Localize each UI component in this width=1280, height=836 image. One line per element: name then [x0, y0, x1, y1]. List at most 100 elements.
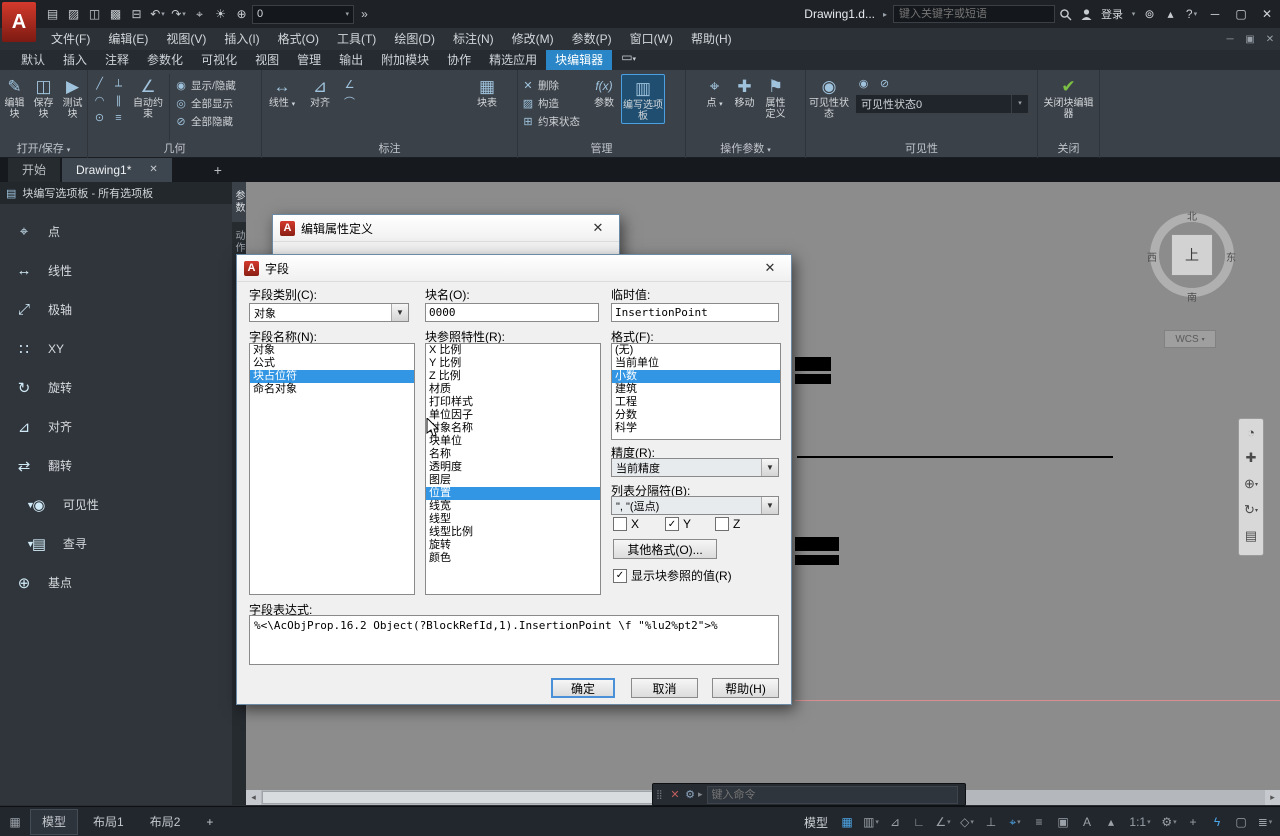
- annotation-monitor-icon[interactable]: +: [1182, 812, 1204, 832]
- block-geometry-rect[interactable]: [795, 537, 839, 551]
- tab-view[interactable]: 视图: [246, 50, 288, 70]
- aligned-dimension-button[interactable]: ⊿ 对齐: [303, 74, 337, 109]
- annotation-scale-button[interactable]: 1:1▾: [1124, 812, 1156, 832]
- list-item[interactable]: 命名对象: [250, 383, 414, 396]
- list-item[interactable]: 对象: [250, 344, 414, 357]
- hide-all-button[interactable]: ⊘全部隐藏: [174, 113, 236, 129]
- grid-icon[interactable]: ▦: [836, 812, 858, 832]
- zoom-icon[interactable]: ⊕▾: [1239, 471, 1263, 497]
- palette-tab-parameters[interactable]: 参数: [232, 182, 246, 222]
- doc-close-icon[interactable]: ✕: [1260, 34, 1280, 45]
- full-navigation-wheel-icon[interactable]: ◔: [1239, 419, 1263, 445]
- chevron-down-icon[interactable]: ▼: [761, 497, 778, 514]
- pan-icon[interactable]: ✚: [1239, 445, 1263, 471]
- edit-block-button[interactable]: ✎ 编辑块: [1, 74, 28, 120]
- new-drawing-tab-button[interactable]: +: [214, 158, 222, 182]
- orbit-icon[interactable]: ↻▾: [1239, 497, 1263, 523]
- list-item[interactable]: 当前单位: [612, 357, 780, 370]
- search-icon[interactable]: [1055, 4, 1076, 24]
- tab-manage[interactable]: 管理: [288, 50, 330, 70]
- block-table-button[interactable]: ▦ 块表: [470, 74, 504, 109]
- tab-collaborate[interactable]: 协作: [438, 50, 480, 70]
- linear-dimension-button[interactable]: ↔ 线性 ▾: [265, 74, 299, 110]
- list-item-selected[interactable]: 块占位符: [250, 370, 414, 383]
- alert-icon[interactable]: ▴: [1160, 4, 1181, 24]
- equal-icon[interactable]: ≡: [110, 110, 127, 125]
- wcs-dropdown[interactable]: WCS▾: [1164, 330, 1216, 348]
- palette-item-flip[interactable]: ⇄翻转: [0, 446, 232, 485]
- menu-view[interactable]: 视图(V): [157, 28, 215, 50]
- tab-output[interactable]: 输出: [330, 50, 372, 70]
- tab-visualize[interactable]: 可视化: [192, 50, 246, 70]
- list-item[interactable]: 打印样式: [426, 396, 600, 409]
- workspace-gear-icon[interactable]: ⚙▾: [1158, 812, 1180, 832]
- field-category-dropdown[interactable]: 对象▼: [249, 303, 409, 322]
- chevron-down-icon[interactable]: ▼: [761, 459, 778, 476]
- maximize-button[interactable]: ▢: [1228, 3, 1254, 25]
- isometric-drafting-icon[interactable]: ◇▾: [956, 812, 978, 832]
- search-input[interactable]: [893, 5, 1055, 23]
- panel-label-geometry[interactable]: 几何: [88, 141, 261, 158]
- close-command-line-icon[interactable]: ✕: [668, 788, 682, 801]
- viewcube-top-face[interactable]: 上: [1171, 234, 1213, 276]
- palette-item-rotation[interactable]: ↻旋转: [0, 368, 232, 407]
- list-item[interactable]: (无): [612, 344, 780, 357]
- redo-icon[interactable]: ↷▾: [168, 4, 189, 24]
- osnap-tracking-icon[interactable]: ⊥: [980, 812, 1002, 832]
- layer-dropdown[interactable]: 0▾: [252, 5, 354, 24]
- block-geometry-rect[interactable]: [795, 555, 839, 565]
- palette-item-alignment[interactable]: ⊿对齐: [0, 407, 232, 446]
- list-item[interactable]: Z 比例: [426, 370, 600, 383]
- tab-insert[interactable]: 插入: [54, 50, 96, 70]
- show-all-button[interactable]: ◎全部显示: [174, 95, 236, 111]
- block-properties-listbox[interactable]: X 比例 Y 比例 Z 比例 材质 打印样式 单位因子 对象名称 块单位 名称 …: [425, 343, 601, 595]
- snap-mode-icon[interactable]: ▥▾: [860, 812, 882, 832]
- menu-help[interactable]: 帮助(H): [682, 28, 741, 50]
- tab-featured-apps[interactable]: 精选应用: [480, 50, 546, 70]
- field-expression-box[interactable]: %<\AcObjProp.16.2 Object(?BlockRefId,1).…: [249, 615, 779, 665]
- doc-restore-icon[interactable]: ▣: [1240, 34, 1260, 45]
- perpendicular-icon[interactable]: ⟂: [110, 76, 127, 91]
- viewcube[interactable]: 北 南 东 西 上: [1150, 213, 1234, 297]
- customize-command-icon[interactable]: ⚙: [682, 788, 698, 801]
- lineweight-icon[interactable]: ≡: [1028, 812, 1050, 832]
- construction-button[interactable]: ▨构造: [521, 95, 587, 111]
- save-block-button[interactable]: ◫ 保存块: [30, 74, 57, 120]
- list-item[interactable]: X 比例: [426, 344, 600, 357]
- block-geometry-rect[interactable]: [795, 374, 831, 384]
- close-block-editor-button[interactable]: ✔ 关闭块编辑器: [1043, 74, 1095, 120]
- panel-label-open-save[interactable]: 打开/保存 ▾: [0, 141, 87, 158]
- list-item[interactable]: 对象名称: [426, 422, 600, 435]
- viewcube-east-label[interactable]: 东: [1226, 249, 1236, 264]
- checkbox-box[interactable]: [613, 517, 627, 531]
- clean-screen-icon[interactable]: ▢: [1230, 812, 1252, 832]
- list-item[interactable]: 颜色: [426, 552, 600, 565]
- auto-constrain-button[interactable]: ∠ 自动约束: [131, 74, 165, 120]
- angular-constraint-icon[interactable]: ∠: [341, 77, 358, 92]
- checkbox-box[interactable]: ✓: [665, 517, 679, 531]
- dialog-title-bar[interactable]: A 字段 ✕: [237, 255, 791, 282]
- list-item[interactable]: 科学: [612, 422, 780, 435]
- sign-in-caret-icon[interactable]: ▾: [1127, 4, 1139, 24]
- authoring-palettes-button[interactable]: ▥ 编写选项板: [621, 74, 665, 124]
- chevron-down-icon[interactable]: ▼: [391, 304, 408, 321]
- palette-item-visibility[interactable]: ▼◉可见性: [0, 485, 232, 524]
- list-item[interactable]: Y 比例: [426, 357, 600, 370]
- palette-item-linear[interactable]: ↔线性: [0, 251, 232, 290]
- list-item[interactable]: 线宽: [426, 500, 600, 513]
- save-icon[interactable]: ◫: [84, 4, 105, 24]
- panel-label-manage[interactable]: 管理: [518, 141, 685, 158]
- list-item[interactable]: 名称: [426, 448, 600, 461]
- ortho-icon[interactable]: ∟: [908, 812, 930, 832]
- scroll-left-icon[interactable]: ◂: [246, 790, 261, 805]
- scroll-right-icon[interactable]: ▸: [1265, 790, 1280, 805]
- cancel-button[interactable]: 取消: [631, 678, 698, 698]
- viewcube-south-label[interactable]: 南: [1187, 289, 1197, 304]
- format-listbox[interactable]: (无) 当前单位 小数 建筑 工程 分数 科学: [611, 343, 781, 440]
- menu-modify[interactable]: 修改(M): [503, 28, 563, 50]
- tab-parametric[interactable]: 参数化: [138, 50, 192, 70]
- parallel-icon[interactable]: ∥: [110, 93, 127, 108]
- layout-grid-icon[interactable]: ▦: [4, 812, 26, 832]
- checkbox-box[interactable]: ✓: [613, 569, 627, 583]
- lock-icon[interactable]: ⊕: [231, 4, 252, 24]
